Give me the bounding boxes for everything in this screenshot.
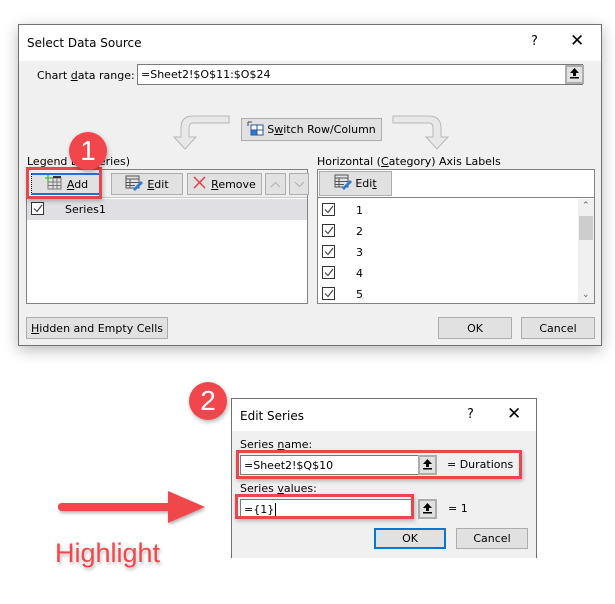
chart-data-range-label: Chart data range: xyxy=(37,69,135,82)
axis-item-label: 5 xyxy=(356,288,363,301)
collapse-range-button[interactable] xyxy=(565,65,584,84)
highlight-box-series-name xyxy=(236,450,522,479)
ok-button[interactable]: OK xyxy=(438,317,512,339)
axis-item-checkbox[interactable] xyxy=(322,224,335,237)
series-values-collapse-button[interactable] xyxy=(418,499,437,519)
edit-series-close-button[interactable]: ✕ xyxy=(507,404,521,424)
axis-item-checkbox[interactable] xyxy=(322,266,335,279)
right-curved-arrow-icon xyxy=(391,113,451,156)
scroll-up-icon[interactable]: ⌃ xyxy=(582,201,590,211)
series-checkbox[interactable] xyxy=(31,202,44,215)
axis-item-label: 4 xyxy=(356,267,363,280)
title-bar: Select Data Source ? ✕ xyxy=(19,25,601,61)
switch-row-column-label: Switch Row/Column xyxy=(267,123,376,136)
switch-row-column-button[interactable]: Switch Row/Column xyxy=(241,118,382,141)
edit-series-button[interactable]: Edit xyxy=(111,173,183,195)
edit-series-ok-button[interactable]: OK xyxy=(374,528,446,549)
dialog-title: Select Data Source xyxy=(27,36,142,50)
hidden-empty-cells-button[interactable]: Hidden and Empty Cells xyxy=(26,317,168,339)
edit-axis-labels-button[interactable]: Edit xyxy=(319,171,392,196)
pointing-arrow-icon xyxy=(58,489,208,528)
scroll-down-icon[interactable]: ⌄ xyxy=(582,290,590,300)
axis-labels-label: Horizontal (Category) Axis Labels xyxy=(317,155,501,168)
axis-list-item[interactable]: 2 xyxy=(318,220,578,241)
series-values-result: = 1 xyxy=(448,502,468,515)
help-button[interactable]: ? xyxy=(531,34,538,49)
edit-series-title-bar: Edit Series ? ✕ xyxy=(232,399,536,431)
axis-labels-list: 1 2 3 4 5 xyxy=(318,199,578,303)
left-curved-arrow-icon xyxy=(171,113,231,156)
scrollbar-thumb[interactable] xyxy=(579,216,593,240)
highlight-box-series-values xyxy=(235,494,414,519)
step-badge-1: 1 xyxy=(69,132,107,170)
step-badge-2: 2 xyxy=(189,382,227,420)
axis-item-label: 1 xyxy=(356,204,363,217)
chart-data-range-input[interactable]: =Sheet2!$O$11:$O$24 xyxy=(137,64,583,85)
edit-axis-labels-label: Edit xyxy=(355,177,377,190)
axis-labels-panel: Edit 1 2 3 4 5 ⌃ ⌄ xyxy=(317,169,595,304)
highlight-caption: Highlight xyxy=(55,538,161,568)
axis-list-item[interactable]: 1 xyxy=(318,199,578,220)
chevron-down-icon xyxy=(294,178,305,191)
move-down-button[interactable] xyxy=(289,173,309,195)
cancel-button[interactable]: Cancel xyxy=(521,317,595,339)
axis-item-label: 3 xyxy=(356,246,363,259)
highlight-box-add xyxy=(26,167,102,199)
remove-series-label: Remove xyxy=(211,177,256,191)
edit-series-label: Edit xyxy=(147,177,169,191)
series-name: Series1 xyxy=(65,203,106,216)
switch-row-column-icon xyxy=(247,121,264,139)
chart-data-range-value: =Sheet2!$O$11:$O$24 xyxy=(141,68,271,81)
edit-table-icon xyxy=(334,174,353,193)
upload-arrow-icon xyxy=(422,502,433,517)
edit-series-title: Edit Series xyxy=(240,409,304,423)
axis-item-checkbox[interactable] xyxy=(322,245,335,258)
move-up-button[interactable] xyxy=(265,173,286,195)
remove-x-icon xyxy=(193,176,206,192)
axis-list-item[interactable]: 4 xyxy=(318,262,578,283)
edit-table-icon xyxy=(125,175,144,194)
axis-item-label: 2 xyxy=(356,225,363,238)
edit-series-cancel-button[interactable]: Cancel xyxy=(456,528,528,549)
remove-series-button[interactable]: Remove xyxy=(187,173,262,195)
edit-series-help-button[interactable]: ? xyxy=(467,407,474,422)
axis-list-item[interactable]: 3 xyxy=(318,241,578,262)
hidden-empty-cells-label: Hidden and Empty Cells xyxy=(31,321,163,335)
axis-item-checkbox[interactable] xyxy=(322,287,335,300)
vertical-scrollbar[interactable]: ⌃ ⌄ xyxy=(578,199,594,303)
axis-list-item[interactable]: 5 xyxy=(318,283,578,304)
axis-item-checkbox[interactable] xyxy=(322,203,335,216)
upload-arrow-icon xyxy=(569,67,580,82)
series-list-item[interactable]: Series1 xyxy=(27,199,307,220)
close-button[interactable]: ✕ xyxy=(570,31,584,51)
select-data-source-dialog: Select Data Source ? ✕ Chart data range:… xyxy=(18,24,602,346)
chevron-up-icon xyxy=(270,178,281,191)
